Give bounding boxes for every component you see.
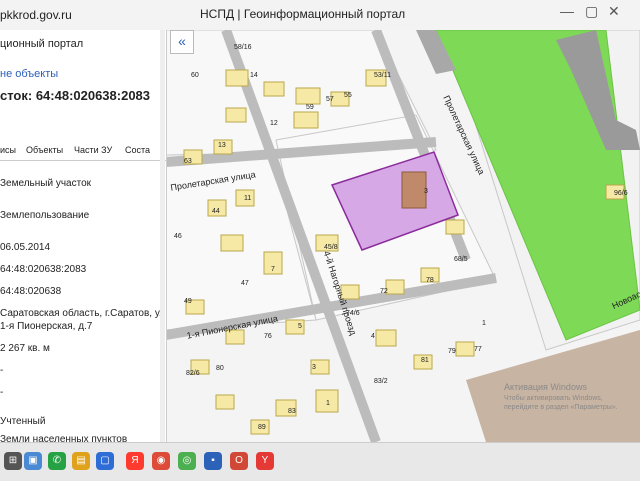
parcel-label: 1 bbox=[482, 320, 486, 327]
save-icon[interactable]: ▪ bbox=[204, 452, 222, 470]
parcel-label: 89 bbox=[258, 424, 266, 431]
parcel-label: 83/2 bbox=[374, 378, 388, 385]
parcel-label: 83 bbox=[288, 408, 296, 415]
window-title: НСПД | Геоинформационный портал bbox=[200, 7, 406, 21]
parcel-label: 44 bbox=[212, 208, 220, 215]
objects-link[interactable]: не объекты bbox=[0, 68, 58, 80]
parcel-label: 12 bbox=[270, 120, 278, 127]
yandex-icon[interactable]: Я bbox=[126, 452, 144, 470]
field-empty-2: - bbox=[0, 387, 4, 398]
tab-notes[interactable]: исы bbox=[0, 145, 16, 155]
panel-tabs: исы Объекты Части ЗУ Соста bbox=[0, 140, 166, 161]
parcel-label: 14 bbox=[250, 72, 258, 79]
yandex-browser-icon[interactable]: Y bbox=[256, 452, 274, 470]
parcel-label: 59 bbox=[306, 104, 314, 111]
parcel-label: 46 bbox=[174, 233, 182, 240]
parcel-label: 72 bbox=[380, 288, 388, 295]
task-view-icon[interactable]: ▣ bbox=[24, 452, 42, 470]
maximize-icon[interactable]: ▢ bbox=[585, 3, 598, 20]
activation-watermark-title: Активация Windows bbox=[504, 382, 587, 392]
parcel bbox=[220, 234, 244, 252]
parcel bbox=[455, 341, 475, 357]
parcel-label: 77 bbox=[474, 346, 482, 353]
field-subtype: Землепользование bbox=[0, 210, 90, 221]
field-cadastral-number: 64:48:020638:2083 bbox=[0, 264, 87, 275]
browser-icon[interactable]: ◎ bbox=[178, 452, 196, 470]
tab-objects[interactable]: Объекты bbox=[26, 145, 63, 155]
parcel bbox=[225, 69, 249, 87]
parcel-label: 82/6 bbox=[186, 370, 200, 377]
parcel-label: 78 bbox=[426, 277, 434, 284]
field-object-type: Земельный участок bbox=[0, 178, 92, 189]
field-land-category: Земли населенных пунктов bbox=[0, 434, 128, 442]
parcel bbox=[385, 279, 405, 295]
parcel-label: 55 bbox=[344, 92, 352, 99]
info-panel: ционный портал не объекты сток: 64:48:02… bbox=[0, 30, 167, 442]
parcel-label: 63 bbox=[184, 158, 192, 165]
collapse-panel-button[interactable]: « bbox=[170, 30, 194, 54]
parcel bbox=[293, 111, 319, 129]
browser-titlebar: pkkrod.gov.ru НСПД | Геоинформационный п… bbox=[0, 0, 640, 31]
parcel-label: 57 bbox=[326, 96, 334, 103]
parcel bbox=[215, 394, 235, 410]
parcel-label: 4 bbox=[371, 333, 375, 340]
parcel-label: 13 bbox=[218, 142, 226, 149]
folder-icon[interactable]: ▤ bbox=[72, 452, 90, 470]
parcel-label: 45/8 bbox=[324, 244, 338, 251]
parcel-label: 49 bbox=[184, 298, 192, 305]
parcel-label: 80 bbox=[216, 365, 224, 372]
parcel-label: 68/5 bbox=[454, 256, 468, 263]
activation-watermark-text: Чтобы активировать Windows, перейдите в … bbox=[504, 395, 618, 411]
parcel-label: 1 bbox=[326, 400, 330, 407]
parcel-label: 74/6 bbox=[346, 310, 360, 317]
field-status: Учтенный bbox=[0, 416, 46, 427]
panel-scrollbar[interactable] bbox=[160, 30, 165, 442]
windows-icon[interactable]: ⊞ bbox=[4, 452, 22, 470]
field-date: 06.05.2014 bbox=[0, 242, 51, 253]
selected-building bbox=[401, 171, 427, 209]
double-chevron-left-icon: « bbox=[178, 33, 186, 49]
close-icon[interactable]: ✕ bbox=[608, 3, 620, 20]
parcel-label: 96/6 bbox=[614, 190, 628, 197]
portal-title: ционный портал bbox=[0, 38, 84, 50]
map-view[interactable]: Пролетарская улица Пролетарская улица 1-… bbox=[166, 30, 640, 442]
parcel bbox=[445, 219, 465, 235]
field-empty-1: - bbox=[0, 365, 4, 376]
parcel-label: 76 bbox=[264, 333, 272, 340]
parcel-label: 53/11 bbox=[374, 72, 391, 79]
parcel-label: 60 bbox=[191, 72, 199, 79]
chrome-icon[interactable]: ◉ bbox=[152, 452, 170, 470]
opera-icon[interactable]: O bbox=[230, 452, 248, 470]
parcel-label: 79 bbox=[448, 348, 456, 355]
taskbar: ⊞ ▣ ✆ ▤ ▢ Я ◉ ◎ ▪ O Y bbox=[0, 442, 640, 481]
parcel bbox=[375, 329, 397, 347]
field-address-line1: Саратовская область, г.Саратов, ул. bbox=[0, 308, 167, 319]
parcel-label: 47 bbox=[241, 280, 249, 287]
parcel-label: 3 bbox=[312, 364, 316, 371]
parcel-label: 11 bbox=[244, 195, 252, 202]
parcel-label: 81 bbox=[421, 357, 429, 364]
whatsapp-icon[interactable]: ✆ bbox=[48, 452, 66, 470]
field-area: 2 267 кв. м bbox=[0, 343, 50, 354]
field-address-line2: 1-я Пионерская, д.7 bbox=[0, 321, 93, 332]
tab-composition[interactable]: Соста bbox=[125, 145, 150, 155]
window-icon[interactable]: ▢ bbox=[96, 452, 114, 470]
tab-parts[interactable]: Части ЗУ bbox=[74, 145, 112, 155]
minimize-icon[interactable]: — bbox=[560, 3, 574, 19]
parcel-label: 5 bbox=[298, 323, 302, 330]
parcel-label: 58/16 bbox=[234, 44, 252, 51]
cadastral-number-title: сток: 64:48:020638:2083 bbox=[0, 88, 151, 103]
parcel-label: 3 bbox=[424, 188, 428, 195]
parcel bbox=[263, 81, 285, 97]
parcel bbox=[225, 107, 247, 123]
field-quarter: 64:48:020638 bbox=[0, 286, 62, 297]
map-canvas bbox=[166, 30, 640, 442]
parcel bbox=[295, 87, 321, 105]
address-bar[interactable]: pkkrod.gov.ru bbox=[0, 8, 72, 22]
parcel-label: 7 bbox=[271, 266, 275, 273]
